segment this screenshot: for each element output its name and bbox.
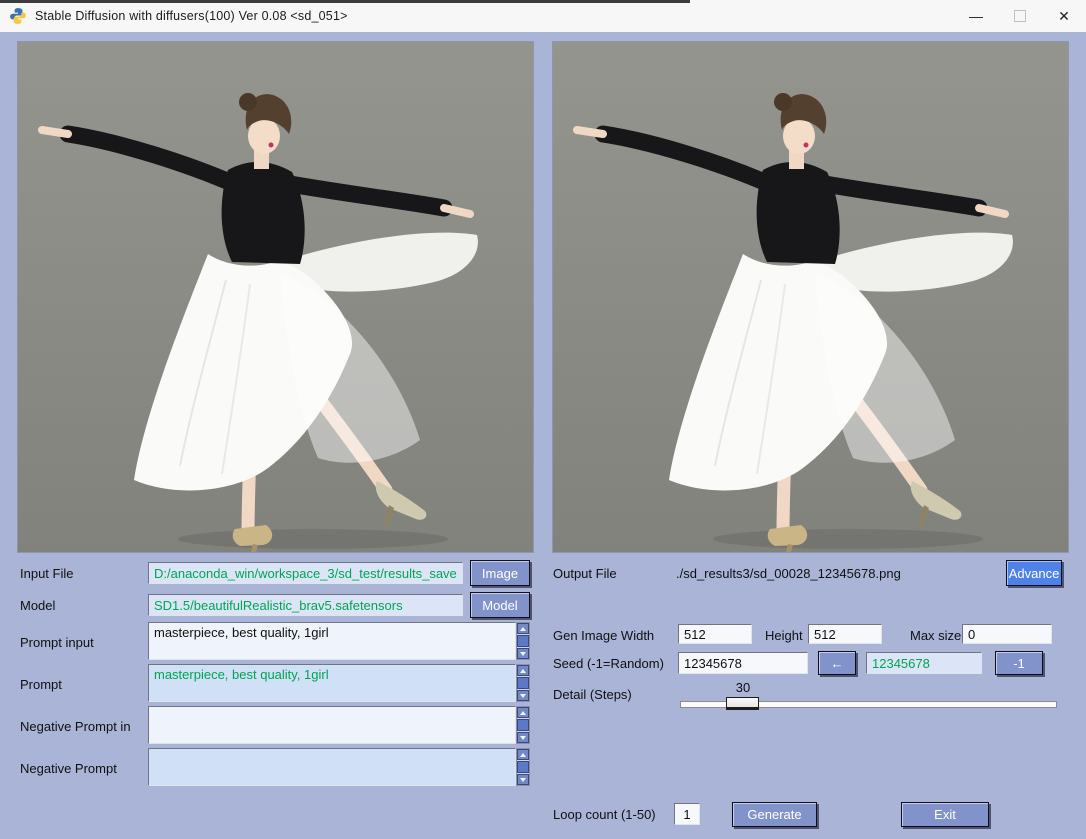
seed-field[interactable] <box>678 652 808 674</box>
titlebar: Stable Diffusion with diffusers(100) Ver… <box>0 0 1086 32</box>
loop-count-label: Loop count (1-50) <box>553 807 656 822</box>
steps-value: 30 <box>703 680 783 695</box>
maximize-icon <box>1014 10 1026 22</box>
steps-slider-handle[interactable] <box>726 697 759 710</box>
advance-button[interactable]: Advance <box>1006 560 1062 586</box>
window-controls: — ✕ <box>954 0 1086 32</box>
main-area: Input File Image Model Model Prompt inpu… <box>0 32 1086 839</box>
max-size-field[interactable] <box>962 624 1052 644</box>
model-button[interactable]: Model <box>470 592 530 618</box>
scroll-up-icon[interactable] <box>517 623 529 634</box>
prompt-input-label: Prompt input <box>20 635 94 650</box>
height-field[interactable] <box>808 624 882 644</box>
model-field[interactable] <box>148 594 463 616</box>
negative-prompt-in-scrollbar[interactable] <box>516 706 530 744</box>
gen-width-field[interactable] <box>678 624 752 644</box>
prompt-input-scrollbar[interactable] <box>516 622 530 660</box>
scroll-down-icon[interactable] <box>517 690 529 701</box>
negative-prompt-label: Negative Prompt <box>20 761 117 776</box>
seed-copy-button[interactable]: ← <box>818 651 856 675</box>
negative-prompt-scrollbar[interactable] <box>516 748 530 786</box>
negative-prompt-textarea[interactable] <box>148 748 516 786</box>
scroll-down-icon[interactable] <box>517 648 529 659</box>
window-top-border <box>0 0 690 3</box>
height-label: Height <box>765 628 803 643</box>
gen-width-label: Gen Image Width <box>553 628 654 643</box>
scrollbar-thumb[interactable] <box>517 677 529 689</box>
model-label: Model <box>20 598 55 613</box>
negative-prompt-in-label: Negative Prompt in <box>20 719 131 734</box>
input-file-label: Input File <box>20 566 73 581</box>
scroll-down-icon[interactable] <box>517 732 529 743</box>
prompt-label: Prompt <box>20 677 62 692</box>
scroll-up-icon[interactable] <box>517 749 529 760</box>
seed-label: Seed (-1=Random) <box>553 656 664 671</box>
output-file-label: Output File <box>553 566 617 581</box>
scroll-down-icon[interactable] <box>517 774 529 785</box>
steps-label: Detail (Steps) <box>553 687 632 702</box>
prompt-textarea[interactable]: masterpiece, best quality, 1girl <box>148 664 516 702</box>
minimize-button[interactable]: — <box>954 0 998 32</box>
scrollbar-thumb[interactable] <box>517 635 529 647</box>
generate-button[interactable]: Generate <box>732 802 817 827</box>
output-file-value: ./sd_results3/sd_00028_12345678.png <box>676 566 901 581</box>
input-image-preview <box>18 42 533 552</box>
loop-count-field[interactable] <box>674 803 700 825</box>
exit-button[interactable]: Exit <box>901 802 989 827</box>
app-window: Stable Diffusion with diffusers(100) Ver… <box>0 0 1086 839</box>
scrollbar-thumb[interactable] <box>517 761 529 773</box>
scroll-up-icon[interactable] <box>517 665 529 676</box>
prompt-scrollbar[interactable] <box>516 664 530 702</box>
scroll-up-icon[interactable] <box>517 707 529 718</box>
scrollbar-thumb[interactable] <box>517 719 529 731</box>
image-button[interactable]: Image <box>470 560 530 586</box>
python-icon <box>9 7 27 25</box>
window-title: Stable Diffusion with diffusers(100) Ver… <box>35 9 348 23</box>
input-file-field[interactable] <box>148 562 463 584</box>
negative-prompt-in-textarea[interactable] <box>148 706 516 744</box>
max-size-label: Max size <box>910 628 961 643</box>
close-button[interactable]: ✕ <box>1042 0 1086 32</box>
seed-random-button[interactable]: -1 <box>995 651 1043 675</box>
maximize-button[interactable] <box>998 0 1042 32</box>
seed-used-field[interactable] <box>866 652 982 674</box>
prompt-input-textarea[interactable]: masterpiece, best quality, 1girl <box>148 622 516 660</box>
output-image-preview <box>553 42 1068 552</box>
